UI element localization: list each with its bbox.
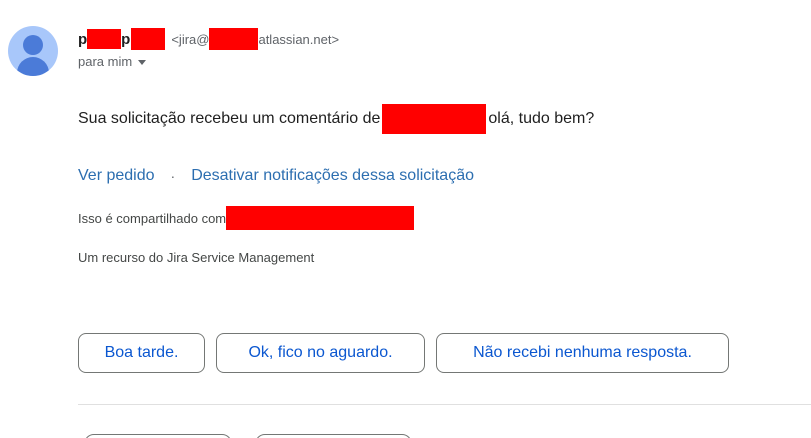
sender-name[interactable]: p p — [78, 28, 166, 50]
view-request-link[interactable]: Ver pedido — [78, 167, 155, 185]
avatar-head-icon — [23, 35, 43, 55]
message-text-after: olá, tudo bem? — [488, 110, 595, 127]
shared-with: Isso é compartilhado com — [78, 206, 415, 230]
sender-email-prefix: <jira@ — [171, 31, 210, 47]
smart-reply-button[interactable]: Boa tarde. — [78, 333, 205, 373]
redacted-sender-last — [131, 28, 166, 50]
redacted-commenter — [382, 104, 487, 134]
forward-button[interactable] — [255, 434, 412, 438]
avatar-body-icon — [17, 57, 49, 76]
link-separator: · — [170, 168, 176, 184]
message-body: Sua solicitação recebeu um comentário de… — [78, 104, 594, 134]
sender-email-suffix: atlassian.net> — [258, 31, 340, 47]
sender-name-part1: p — [78, 30, 88, 48]
footer-note: Um recurso do Jira Service Management — [78, 250, 315, 265]
recipient-label: para mim — [78, 54, 133, 69]
chevron-down-icon — [138, 60, 147, 65]
smart-reply-button[interactable]: Ok, fico no aguardo. — [216, 333, 425, 373]
disable-notifications-link[interactable]: Desativar notificações dessa solicitação — [191, 167, 474, 185]
sender-name-part2: p — [121, 30, 131, 48]
message-text-before: Sua solicitação recebeu um comentário de — [78, 110, 381, 127]
smart-replies: Boa tarde. Ok, fico no aguardo. Não rece… — [78, 333, 729, 373]
redacted-sender-first — [87, 29, 122, 49]
sender-avatar[interactable] — [8, 26, 58, 76]
redacted-shared-with — [226, 206, 415, 230]
action-links: Ver pedido · Desativar notificações dess… — [78, 167, 474, 185]
shared-with-label: Isso é compartilhado com — [78, 210, 227, 226]
sender-email: <jira@ atlassian.net> — [171, 28, 339, 50]
recipient-details-toggle[interactable]: para mim — [78, 54, 147, 69]
email-view: p p <jira@ atlassian.net> para mim Sua s… — [0, 0, 811, 438]
redacted-email-domain — [209, 28, 259, 50]
reply-button[interactable] — [84, 434, 232, 438]
sender-line: p p <jira@ atlassian.net> — [78, 28, 339, 50]
smart-reply-button[interactable]: Não recebi nenhuma resposta. — [436, 333, 729, 373]
divider — [78, 404, 811, 405]
